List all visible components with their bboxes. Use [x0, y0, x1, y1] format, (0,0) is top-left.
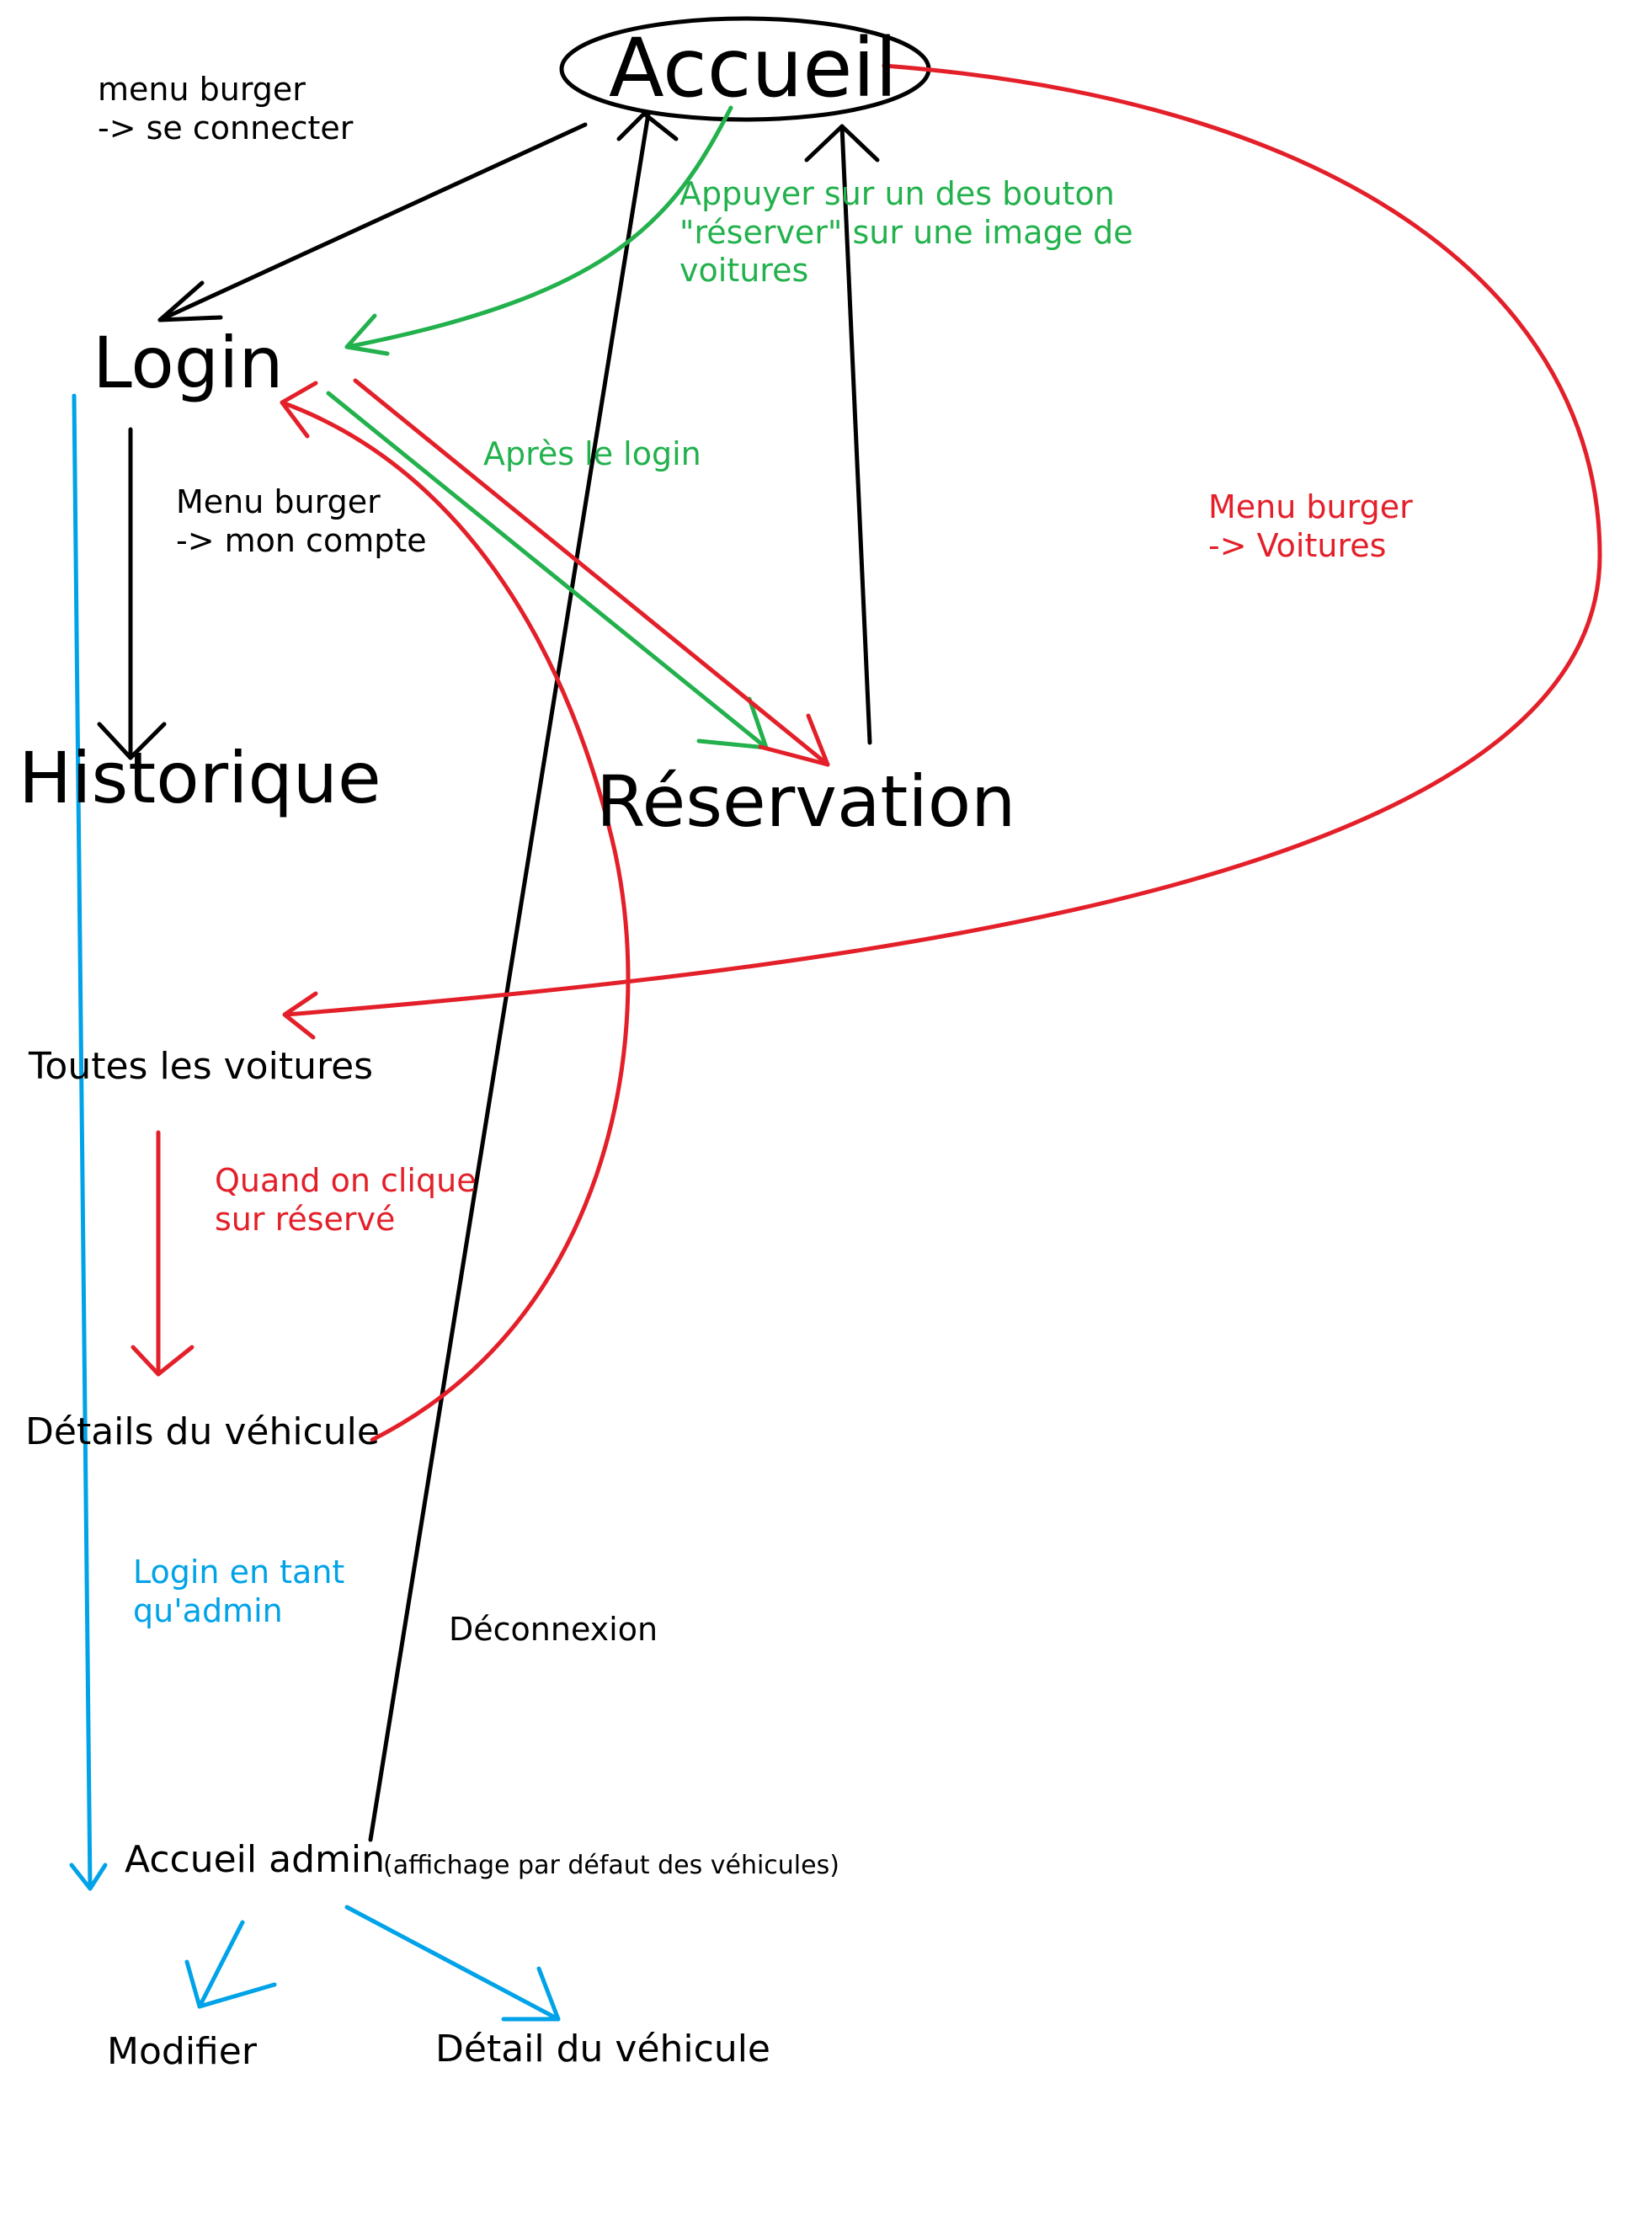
node-accueil-admin-note: (affichage par défaut des véhicules)	[383, 1851, 839, 1880]
node-modifier: Modifier	[107, 2030, 257, 2073]
arrow-login-to-admin	[72, 393, 93, 1891]
node-accueil: Accueil	[609, 21, 898, 115]
edge-menu-burger-voitures: Menu burger -> Voitures	[1208, 488, 1413, 564]
arrow-admin-to-detail	[344, 1905, 561, 2022]
edge-apres-login: Après le login	[483, 435, 701, 472]
node-historique: Historique	[19, 737, 381, 819]
edge-deconnexion: Déconnexion	[449, 1611, 658, 1648]
arrowhead-modifier	[184, 1959, 277, 2009]
edge-menu-burger-connect: menu burger -> se connecter	[98, 71, 354, 147]
node-reservation: Réservation	[596, 760, 1016, 843]
node-details-vehicule: Détails du véhicule	[25, 1410, 380, 1453]
arrowhead-login	[157, 280, 223, 322]
node-toutes-voitures: Toutes les voitures	[29, 1045, 374, 1088]
edge-quand-clique: Quand on clique sur réservé	[215, 1162, 477, 1238]
navigation-flow-diagram: Accueil Login Historique Réservation Tou…	[0, 0, 1652, 2233]
arrowhead-login-green	[344, 313, 390, 356]
edge-menu-burger-compte: Menu burger -> mon compte	[176, 483, 427, 559]
arrow-accueil-to-login	[157, 122, 588, 322]
node-accueil-admin: Accueil admin	[125, 1838, 385, 1881]
edge-appuyer-reserver: Appuyer sur un des bouton "réserver" sur…	[679, 175, 1133, 290]
arrow-deconnexion	[368, 111, 651, 1842]
node-detail-vehicule: Détail du véhicule	[435, 2028, 770, 2070]
node-login: Login	[93, 322, 284, 404]
edge-login-admin: Login en tant qu'admin	[133, 1554, 345, 1629]
arrowhead-details	[131, 1345, 195, 1377]
